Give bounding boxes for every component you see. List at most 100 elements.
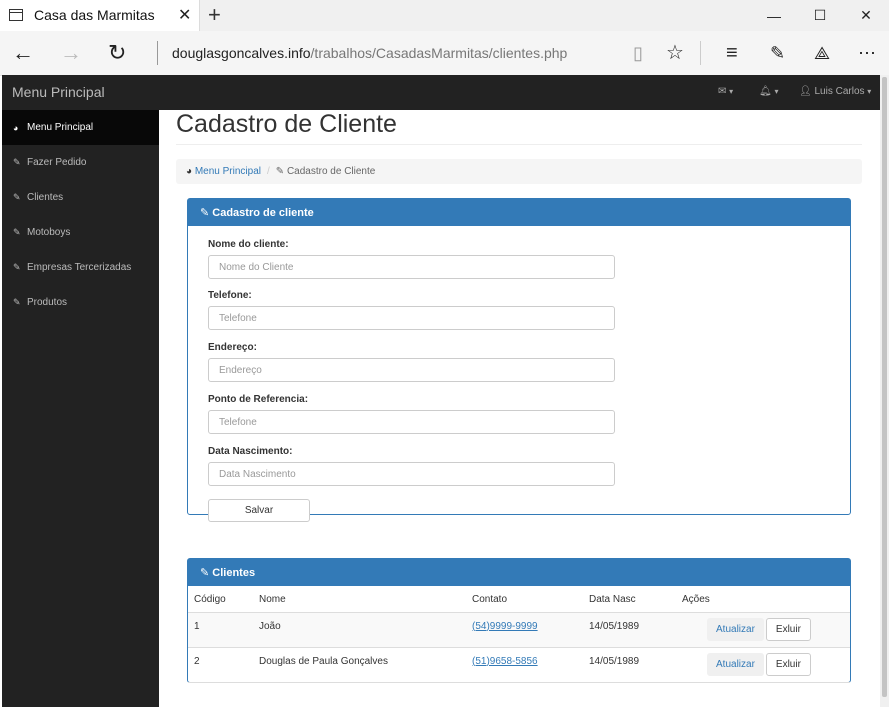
update-button[interactable]: Atualizar (707, 652, 764, 676)
clients-panel-heading: ✎ Clientes (188, 559, 850, 586)
bell-icon: 🔔︎ (759, 86, 772, 97)
edit-icon: ✎ (200, 567, 210, 579)
sidebar-item-clientes[interactable]: ✎ Clientes (2, 180, 159, 215)
table-row: 2 Douglas de Paula Gonçalves (51)9658-58… (188, 647, 850, 683)
browser-tab-bar: Casa das Marmitas ✕ + — ☐ ✕ (0, 0, 889, 31)
messages-dropdown[interactable]: ✉ ▾ (718, 86, 733, 97)
table-header-row: Código Nome Contato Data Nasc Ações (188, 587, 850, 613)
address-label: Endereço: (208, 342, 257, 353)
cell-actions: Atualizar Exluir (676, 647, 850, 683)
tab-title: Casa das Marmitas (34, 7, 155, 23)
sidebar-item-label: Motoboys (27, 227, 71, 238)
edit-icon: ✎ (200, 207, 210, 219)
column-header-code: Código (188, 587, 253, 613)
client-form-panel-title: Cadastro de cliente (212, 207, 314, 219)
page-title: Cadastro de Cliente (176, 110, 397, 138)
browser-tab[interactable]: Casa das Marmitas ✕ (0, 0, 200, 31)
caret-down-icon: ▾ (729, 87, 734, 96)
client-name-input[interactable] (208, 255, 615, 279)
delete-button[interactable]: Exluir (765, 617, 811, 641)
refresh-icon[interactable]: ↻ (108, 40, 126, 66)
user-icon: 👤︎ (799, 86, 812, 97)
clients-panel-title: Clientes (212, 567, 256, 579)
edit-icon: ✎ (13, 157, 21, 167)
maximize-icon[interactable]: ☐ (797, 0, 843, 31)
minimize-icon[interactable]: — (751, 0, 797, 31)
sidebar-item-empresas-tercerizadas[interactable]: ✎ Empresas Tercerizadas (2, 250, 159, 285)
birthdate-label: Data Nascimento: (208, 446, 293, 457)
sidebar-item-menu-principal[interactable]: ◕ Menu Principal (2, 110, 159, 145)
dashboard-icon: ◕ (186, 166, 193, 177)
forward-icon[interactable]: → (60, 40, 82, 66)
cell-contact-link[interactable]: (54)9999-9999 (466, 612, 583, 648)
window-close-icon[interactable]: ✕ (843, 0, 889, 31)
column-header-actions: Ações (676, 587, 850, 613)
breadcrumb-current: Cadastro de Cliente (286, 166, 376, 177)
dashboard-icon: ◕ (13, 122, 19, 133)
edit-icon: ✎ (13, 227, 21, 237)
brand-link[interactable]: Menu Principal (12, 84, 105, 100)
back-icon[interactable]: ← (12, 40, 34, 66)
sidebar-item-label: Clientes (27, 192, 64, 203)
tab-close-icon[interactable]: ✕ (178, 5, 191, 25)
name-label: Nome do cliente: (208, 239, 289, 250)
edit-icon: ✎ (13, 192, 21, 202)
sidebar-item-fazer-pedido[interactable]: ✎ Fazer Pedido (2, 145, 159, 180)
web-note-icon[interactable]: ✎ (770, 40, 785, 66)
sidebar-item-label: Empresas Tercerizadas (27, 262, 132, 273)
delete-button[interactable]: Exluir (765, 652, 811, 676)
client-form-panel-heading: ✎ Cadastro de cliente (188, 199, 850, 226)
user-name: Luis Carlos (814, 86, 865, 97)
browser-toolbar: ← → ↻ douglasgoncalves.info/trabalhos/Ca… (0, 31, 889, 76)
toolbar-divider (700, 41, 701, 65)
edit-icon: ✎ (13, 262, 21, 272)
sidebar-item-produtos[interactable]: ✎ Produtos (2, 285, 159, 320)
cell-contact-link[interactable]: (51)9658-5856 (466, 647, 583, 683)
sidebar: ◕ Menu Principal ✎ Fazer Pedido ✎ Client… (2, 110, 159, 707)
page-scrollbar[interactable] (880, 75, 889, 707)
hub-icon[interactable]: ≡ (726, 40, 738, 66)
user-dropdown[interactable]: 👤︎ Luis Carlos ▾ (799, 86, 871, 97)
envelope-icon: ✉ (718, 86, 727, 97)
favorite-star-icon[interactable]: ☆ (666, 40, 684, 66)
cell-code: 1 (188, 612, 253, 648)
phone-input[interactable] (208, 306, 615, 330)
column-header-birth: Data Nasc (583, 587, 676, 613)
reference-input[interactable] (208, 410, 615, 434)
sidebar-item-label: Produtos (27, 297, 68, 308)
breadcrumb-divider: / (266, 166, 270, 177)
cell-name: João (253, 612, 466, 648)
alerts-dropdown[interactable]: 🔔︎ ▾ (759, 86, 779, 97)
new-tab-icon[interactable]: + (208, 2, 221, 28)
cell-code: 2 (188, 647, 253, 683)
save-button[interactable]: Salvar (208, 499, 310, 522)
sidebar-item-label: Fazer Pedido (27, 157, 87, 168)
address-input[interactable] (208, 358, 615, 382)
reading-view-icon[interactable]: ▯ (633, 40, 643, 66)
app-top-navbar: Menu Principal ✉ ▾ 🔔︎ ▾ 👤︎ Luis Carlos ▾ (2, 75, 880, 110)
share-icon[interactable]: ⟁ (814, 40, 830, 66)
clients-table: Código Nome Contato Data Nasc Ações 1 Jo… (188, 587, 850, 683)
title-divider (176, 144, 862, 145)
breadcrumb: ◕ Menu Principal / ✎ Cadastro de Cliente (176, 159, 862, 184)
sidebar-item-motoboys[interactable]: ✎ Motoboys (2, 215, 159, 250)
sidebar-item-label: Menu Principal (27, 122, 94, 133)
more-icon[interactable]: ⋯ (858, 40, 876, 66)
address-host: douglasgoncalves.info (172, 45, 311, 61)
cell-birth: 14/05/1989 (583, 647, 676, 683)
address-divider (157, 41, 158, 65)
column-header-name: Nome (253, 587, 466, 613)
update-button[interactable]: Atualizar (707, 617, 764, 641)
cell-birth: 14/05/1989 (583, 612, 676, 648)
caret-down-icon: ▾ (867, 87, 872, 96)
edit-icon: ✎ (275, 166, 285, 177)
edit-icon: ✎ (13, 297, 21, 307)
breadcrumb-home-link[interactable]: ◕ Menu Principal (186, 166, 261, 177)
client-form-panel: ✎ Cadastro de cliente Nome do cliente: T… (187, 198, 851, 522)
caret-down-icon: ▾ (774, 87, 779, 96)
scrollbar-thumb[interactable] (882, 77, 887, 697)
tab-page-icon (9, 9, 23, 21)
birthdate-input[interactable] (208, 462, 615, 486)
table-row: 1 João (54)9999-9999 14/05/1989 Atualiza… (188, 612, 850, 648)
address-bar[interactable]: douglasgoncalves.info/trabalhos/CasadasM… (172, 45, 567, 61)
